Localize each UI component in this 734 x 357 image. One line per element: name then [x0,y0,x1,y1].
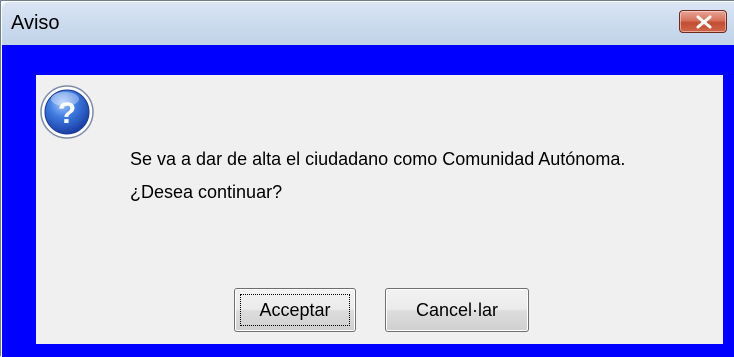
close-icon [696,15,712,29]
cancel-button[interactable]: Cancel·lar [385,288,529,332]
dialog-window: Aviso ? Se va a dar de alta el ciudadano… [0,0,734,357]
dialog-content [36,75,723,344]
dialog-message-line1: Se va a dar de alta el ciudadano como Co… [130,149,626,169]
accept-button-label: Acceptar [259,300,331,320]
dialog-message-line2: ¿Desea continuar? [130,182,283,202]
title-bar[interactable]: Aviso [2,2,734,45]
close-button[interactable] [679,10,727,33]
svg-text:?: ? [58,97,76,130]
cancel-button-label: Cancel·lar [415,300,499,320]
question-icon: ? [40,85,94,139]
accept-button[interactable]: Acceptar [234,288,356,332]
window-title: Aviso [11,12,60,34]
